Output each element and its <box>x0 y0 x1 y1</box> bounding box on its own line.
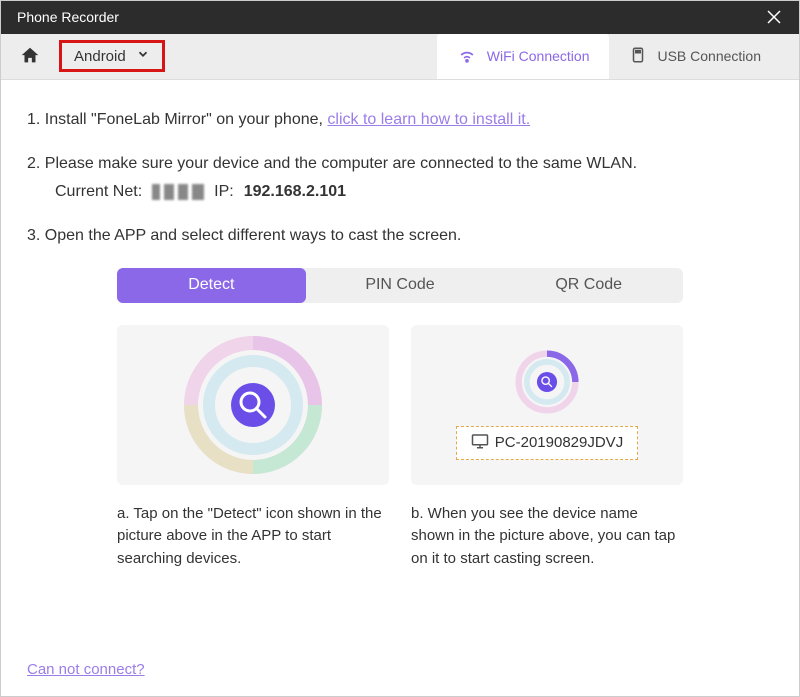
caption-b: b. When you see the device name shown in… <box>411 503 683 571</box>
cannot-connect-link[interactable]: Can not connect? <box>27 661 145 678</box>
detect-ring-small-icon <box>515 350 579 414</box>
step-3-text: 3. Open the APP and select different way… <box>27 227 461 244</box>
tab-wifi-connection[interactable]: WiFi Connection <box>437 34 610 79</box>
platform-dropdown[interactable]: Android <box>59 40 165 72</box>
current-net-label: Current Net: <box>55 180 142 204</box>
toolbar: Android WiFi Connection USB Connection <box>1 34 799 80</box>
detect-ring-icon <box>183 335 323 475</box>
chevron-down-icon <box>136 47 150 65</box>
device-illustration-card: PC-20190829JDVJ <box>411 325 683 485</box>
ssid-blurred <box>152 184 204 200</box>
titlebar: Phone Recorder <box>1 1 799 34</box>
detect-illustration-card <box>117 325 389 485</box>
step-1: 1. Install "FoneLab Mirror" on your phon… <box>27 108 773 132</box>
mode-tab-qr[interactable]: QR Code <box>494 268 683 303</box>
step-3: 3. Open the APP and select different way… <box>27 224 773 248</box>
main-content: 1. Install "FoneLab Mirror" on your phon… <box>1 80 799 591</box>
ip-value: 192.168.2.101 <box>244 180 346 204</box>
usb-icon <box>629 46 647 67</box>
platform-label: Android <box>74 48 126 65</box>
step-2-text: 2. Please make sure your device and the … <box>27 155 637 172</box>
cast-mode-tabs: Detect PIN Code QR Code <box>117 268 683 303</box>
caption-a: a. Tap on the "Detect" icon shown in the… <box>117 503 389 571</box>
network-info-row: Current Net: IP: 192.168.2.101 <box>55 180 773 204</box>
monitor-icon <box>471 433 489 453</box>
device-name-box: PC-20190829JDVJ <box>456 426 638 460</box>
close-icon[interactable] <box>765 8 783 26</box>
tab-usb-connection[interactable]: USB Connection <box>609 35 781 78</box>
tab-usb-label: USB Connection <box>657 48 761 64</box>
tab-wifi-label: WiFi Connection <box>487 48 590 64</box>
step-1-text: 1. Install "FoneLab Mirror" on your phon… <box>27 111 327 128</box>
mode-tab-detect[interactable]: Detect <box>117 268 306 303</box>
home-icon[interactable] <box>19 45 41 67</box>
step-2: 2. Please make sure your device and the … <box>27 152 773 204</box>
install-help-link[interactable]: click to learn how to install it. <box>327 111 530 128</box>
device-name-text: PC-20190829JDVJ <box>495 434 623 451</box>
ip-label: IP: <box>214 180 234 204</box>
wifi-icon <box>457 45 477 68</box>
mode-tab-pin[interactable]: PIN Code <box>306 268 495 303</box>
app-title: Phone Recorder <box>17 9 119 25</box>
